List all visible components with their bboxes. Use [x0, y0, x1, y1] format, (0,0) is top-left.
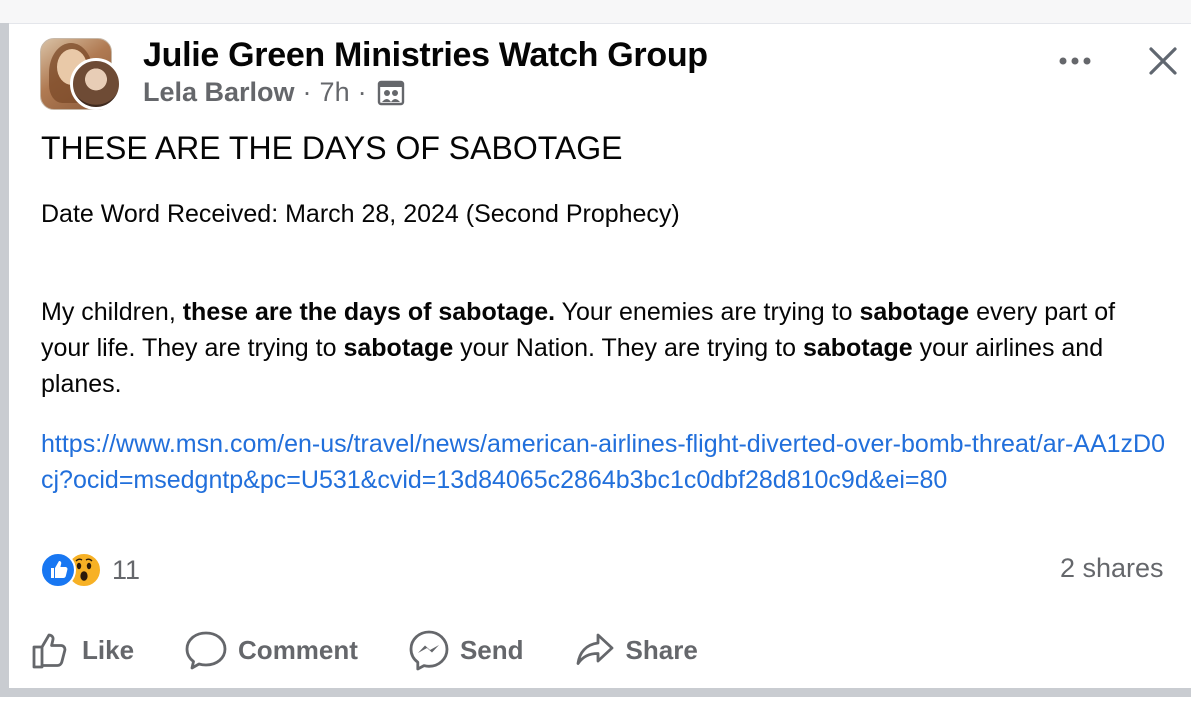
- send-button[interactable]: Send: [408, 629, 524, 671]
- body-text-segment: My children,: [41, 298, 183, 326]
- body-text-segment: Your enemies are trying to: [555, 298, 860, 326]
- shares-count[interactable]: 2 shares: [1060, 553, 1164, 584]
- comment-button[interactable]: Comment: [184, 629, 358, 671]
- group-members-icon[interactable]: [377, 80, 405, 106]
- body-bold-segment: sabotage: [343, 334, 454, 362]
- like-reaction-icon: [40, 552, 76, 588]
- more-options-icon: [1059, 57, 1091, 65]
- close-icon: [1149, 47, 1177, 75]
- bottom-separator: [0, 688, 1191, 697]
- top-strip: [0, 0, 1191, 24]
- more-options-button[interactable]: [1052, 44, 1098, 78]
- send-label: Send: [459, 634, 524, 665]
- share-label: Share: [625, 634, 698, 665]
- meta-separator: ·: [357, 77, 367, 107]
- reaction-count: 11: [112, 554, 141, 585]
- share-button[interactable]: Share: [574, 629, 698, 671]
- meta-separator: ·: [302, 77, 312, 107]
- next-card-top: [0, 697, 1191, 728]
- like-label: Like: [82, 634, 135, 665]
- body-bold-segment: sabotage: [802, 334, 913, 362]
- author-name[interactable]: Lela Barlow: [143, 77, 295, 108]
- left-edge-bar: [0, 23, 9, 691]
- close-button[interactable]: [1140, 38, 1186, 84]
- messenger-icon: [409, 630, 449, 671]
- post-headline: THESE ARE THE DAYS OF SABOTAGE: [41, 130, 623, 166]
- body-text-segment: your Nation. They are trying to: [453, 334, 803, 362]
- comment-label: Comment: [238, 634, 358, 665]
- like-button[interactable]: Like: [30, 629, 134, 671]
- thumbs-up-icon: [32, 633, 67, 669]
- group-name[interactable]: Julie Green Ministries Watch Group: [143, 36, 708, 75]
- author-avatar[interactable]: [70, 58, 122, 110]
- reactions-summary[interactable]: 11: [40, 552, 141, 588]
- post-meta: Lela Barlow · 7h ·: [143, 77, 405, 108]
- post-time[interactable]: 7h: [320, 77, 350, 108]
- body-bold-segment: sabotage: [859, 298, 970, 326]
- share-icon: [576, 633, 613, 665]
- comment-icon: [185, 631, 227, 670]
- post-body: My children, these are the days of sabot…: [41, 294, 1151, 402]
- post-date-line: Date Word Received: March 28, 2024 (Seco…: [41, 200, 680, 228]
- post-avatars[interactable]: [40, 38, 124, 112]
- post-link[interactable]: https://www.msn.com/en-us/travel/news/am…: [41, 426, 1166, 498]
- body-bold-segment: these are the days of sabotage.: [182, 298, 556, 326]
- action-bar: Like Comment Send Share: [30, 624, 748, 676]
